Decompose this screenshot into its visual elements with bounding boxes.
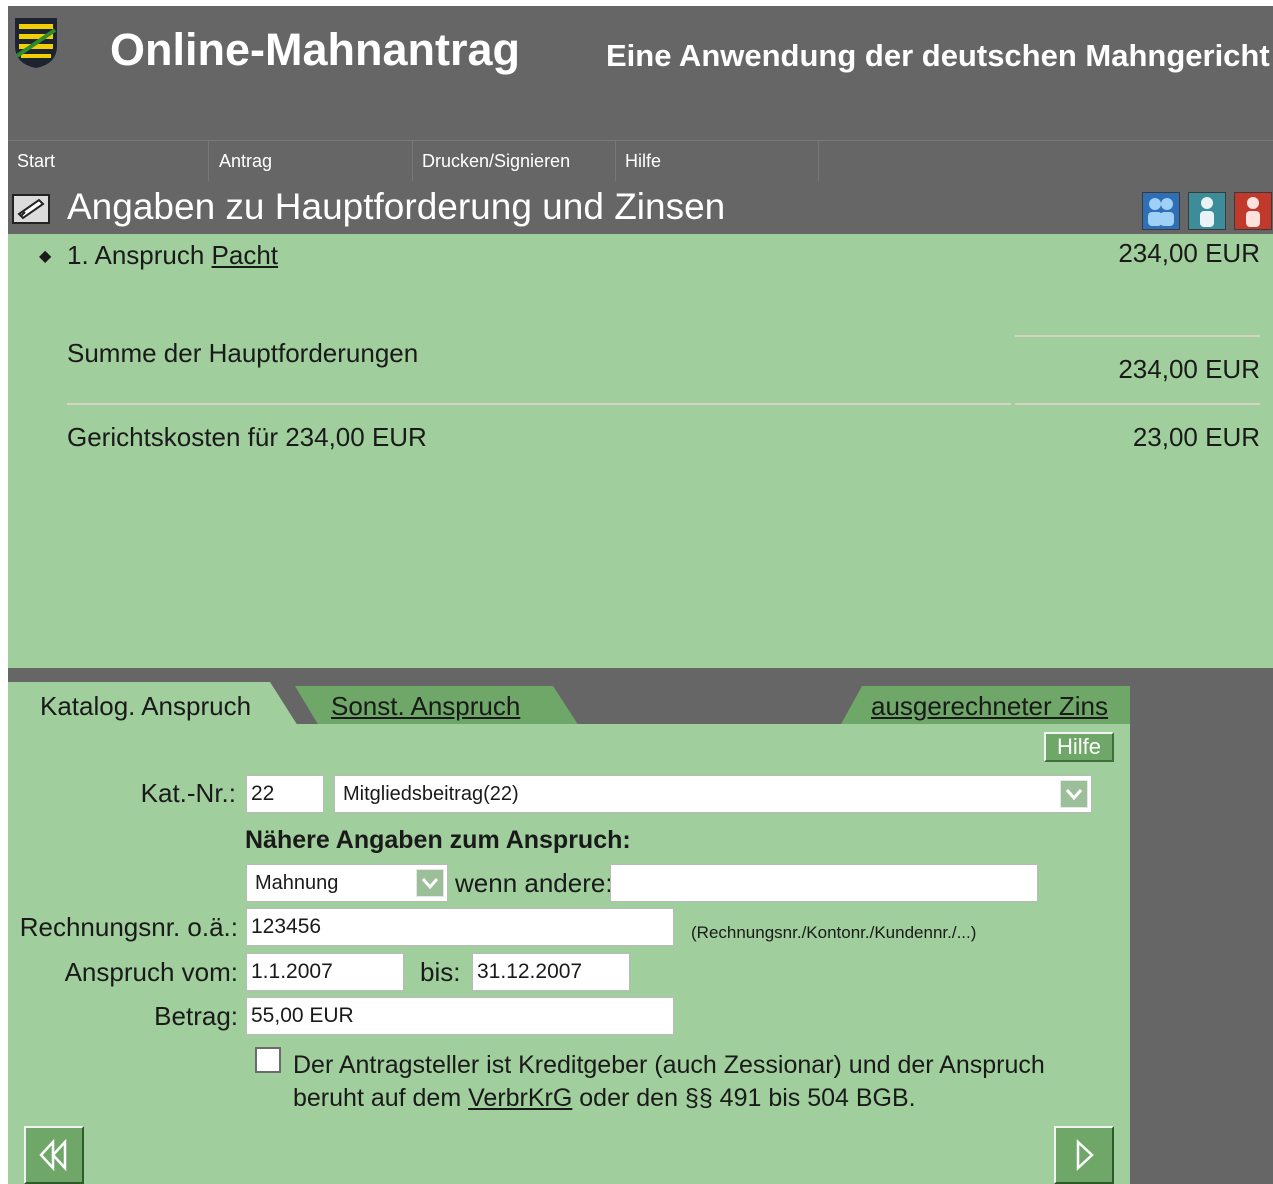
catalog-select[interactable]: Mitgliedsbeitrag(22) [334,775,1092,813]
bullet-icon: ◆ [39,248,52,265]
claim-form: Hilfe Kat.-Nr.: Mitgliedsbeitrag(22) Näh… [8,724,1130,1184]
nav-item-drucken-signieren[interactable]: Drucken/Signieren [413,141,616,181]
help-button[interactable]: Hilfe [1044,732,1114,762]
consumer-credit-checkbox[interactable] [255,1047,281,1073]
divider [67,403,1011,405]
page-header: Angaben zu Hauptforderung und Zinsen [8,182,1273,234]
user-red-icon[interactable] [1234,192,1272,230]
chevron-down-icon [1060,780,1088,808]
other-input[interactable] [610,864,1038,902]
details-select[interactable]: Mahnung [246,864,448,902]
claim-prefix: 1. Anspruch [67,240,205,270]
divider [1015,403,1260,405]
amount-input[interactable] [246,997,674,1035]
invoice-label: Rechnungsnr. o.ä.: [19,912,238,942]
tab-label: Sonst. Anspruch [331,691,521,721]
details-select-value: Mahnung [255,872,339,894]
costs-label: Gerichtskosten für 234,00 EUR [67,422,427,452]
chevron-down-icon [416,869,444,897]
amount-label: Betrag: [154,1001,238,1031]
next-button[interactable] [1054,1126,1114,1184]
nav-item-start[interactable]: Start [8,141,209,181]
claim-amount: 234,00 EUR [1118,238,1260,268]
app-window: Online-Mahnantrag Eine Anwendung der deu… [8,6,1273,1184]
claim-label: 1. Anspruch Pacht [67,240,278,271]
tab-sonst-anspruch[interactable]: Sonst. Anspruch [295,686,579,726]
catalog-select-value: Mitgliedsbeitrag(22) [343,783,519,805]
consumer-credit-text: Der Antragsteller ist Kreditgeber (auch … [293,1049,1113,1115]
to-label: bis: [420,957,461,987]
divider [1015,335,1260,337]
users-icon[interactable] [1142,192,1180,230]
to-date-input[interactable] [472,953,630,991]
claim-link-pacht[interactable]: Pacht [212,240,279,270]
tab-ausgerechneter-zins[interactable]: ausgerechneter Zins [840,686,1130,726]
claims-summary: ◆ 1. Anspruch Pacht 234,00 EUR Summe der… [8,234,1273,668]
invoice-input[interactable] [246,908,674,946]
other-label: wenn andere: [455,868,613,898]
nav-item-antrag[interactable]: Antrag [210,141,413,181]
details-heading: Nähere Angaben zum Anspruch: [245,826,631,854]
back-button[interactable] [24,1126,84,1184]
nav-item-hilfe[interactable]: Hilfe [616,141,819,181]
verbrkrg-link[interactable]: VerbrKrG [468,1084,572,1112]
edit-form-icon [12,194,50,224]
from-date-input[interactable] [246,953,404,991]
tab-katalog-anspruch[interactable]: Katalog. Anspruch [8,682,298,726]
costs-amount: 23,00 EUR [1132,422,1260,452]
user-icon[interactable] [1188,192,1226,230]
saxony-coat-of-arms-icon [15,18,57,68]
rewind-icon [39,1138,67,1172]
page-title: Angaben zu Hauptforderung und Zinsen [67,186,726,227]
checkbox-text-part2: oder den §§ 491 bis 504 BGB. [572,1084,916,1112]
app-subtitle: Eine Anwendung der deutschen Mahngericht [606,38,1270,73]
from-label: Anspruch vom: [64,957,238,987]
main-nav: Start Antrag Drucken/Signieren Hilfe [8,140,1273,181]
invoice-hint: (Rechnungsnr./Kontonr./Kundennr./...) [691,923,977,942]
sum-label: Summe der Hauptforderungen [67,338,419,368]
play-icon [1076,1139,1094,1171]
sum-amount: 234,00 EUR [1118,354,1260,384]
tab-label: Katalog. Anspruch [40,691,252,721]
katnr-label: Kat.-Nr.: [140,778,236,808]
katnr-input[interactable] [246,775,324,813]
app-title: Online-Mahnantrag [110,24,521,75]
tab-label: ausgerechneter Zins [871,691,1109,721]
